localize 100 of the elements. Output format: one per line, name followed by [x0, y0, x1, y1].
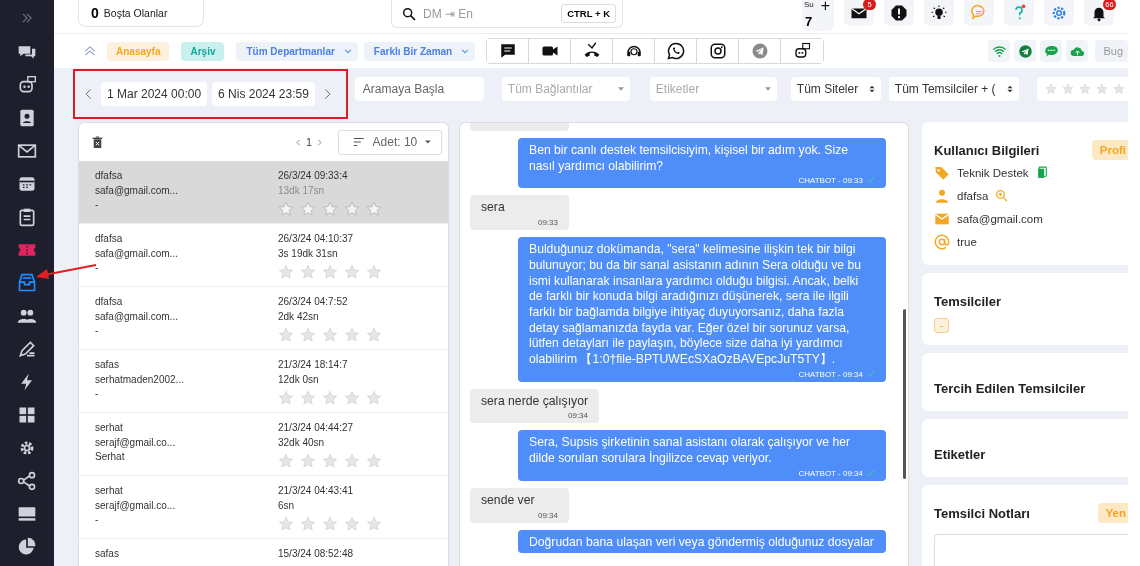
annotation-arrow: [34, 263, 98, 281]
contact-note: -: [95, 513, 100, 527]
star-icon: [300, 390, 316, 406]
star-icon: [366, 264, 382, 280]
star-icon: [300, 201, 316, 217]
star-icon: [300, 327, 316, 343]
card-title: Etiketler: [934, 446, 986, 462]
card-title: Tercih Edilen Temsilciler: [934, 380, 1086, 396]
conversation-date: 26/3/24 09:33:4: [278, 169, 349, 183]
card-title: Temsilciler: [934, 293, 1001, 309]
conversation-row[interactable]: safas serhatmaden2002... - 21/3/24 18:14:7 12dk 0sn: [79, 350, 448, 413]
expand-icon[interactable]: [20, 11, 34, 25]
search-bar[interactable]: DM ⇥ En CTRL + K: [391, 0, 623, 28]
search-field[interactable]: Aramaya Başla: [354, 77, 484, 101]
message-time: CHATBOT - 09:34: [798, 468, 863, 478]
star-icon: [300, 264, 316, 280]
status-button[interactable]: [988, 40, 1011, 62]
contact-note: -: [95, 387, 100, 401]
date-field[interactable]: 6 Nis 2024 23:59: [212, 82, 315, 106]
star-icon: [1044, 83, 1057, 95]
grid-icon[interactable]: [17, 405, 37, 425]
copy-icon[interactable]: [1035, 166, 1049, 179]
calendar-icon[interactable]: [17, 174, 37, 194]
scrollbar[interactable]: [903, 309, 906, 479]
contact-email: safa@gmail.com...: [95, 183, 179, 198]
envelope-icon[interactable]: [17, 141, 37, 161]
conversation-row[interactable]: dfafsa safa@gmail.com... - 26/3/24 09:33:4 13dk 17sn: [79, 161, 448, 224]
conversation-date: 26/3/24 04:7:52: [278, 295, 349, 309]
conversation-row[interactable]: serhat serajf@gmail.co... Serhat 21/3/24 04:44:27 32dk 40sn: [79, 413, 448, 476]
card-icon[interactable]: [17, 504, 37, 524]
sort-lines-icon: [351, 136, 367, 148]
star-icon: [366, 201, 382, 217]
conversation-duration: 2dk 42sn: [278, 309, 320, 324]
message-text: sera nerde çalışıyor: [481, 393, 589, 410]
message-time: 09:34: [568, 411, 589, 421]
toolbar-button[interactable]: [924, 0, 954, 26]
contact-name: serhat: [95, 421, 124, 435]
clipboard-icon[interactable]: [17, 207, 37, 227]
paper-plane-icon: [1017, 43, 1033, 59]
notes-field[interactable]: [934, 534, 1128, 566]
pen-icon[interactable]: [17, 339, 37, 359]
agent-chip: -: [934, 318, 950, 333]
info-value: safa@gmail.com: [957, 212, 1043, 225]
contact-email: serajf@gmail.co...: [95, 435, 177, 450]
star-icon: [344, 201, 360, 217]
share-icon[interactable]: [17, 471, 37, 491]
star-icon: [300, 516, 316, 532]
contact-card-icon[interactable]: [17, 108, 37, 128]
person-icon: [934, 187, 950, 204]
settings-icon: [1050, 4, 1068, 22]
message-time: 09:33: [537, 218, 558, 228]
pie-chart-icon[interactable]: [17, 537, 37, 557]
message-time: CHATBOT - 09:33: [798, 176, 863, 186]
star-icon: [344, 264, 360, 280]
select-field[interactable]: Tüm Siteler: [790, 77, 881, 101]
shortcut-key: CTRL + K: [561, 4, 616, 23]
star-icon: [366, 516, 382, 532]
conversation-duration: 13dk 17sn: [278, 183, 326, 198]
at-sign-icon: [934, 233, 950, 250]
star-icon: [1112, 83, 1125, 95]
select-field[interactable]: Tüm Temsilciler + (: [888, 77, 1019, 101]
lightbulb-icon: [930, 4, 948, 22]
idle-label: Boşta Olanlar: [103, 7, 168, 19]
info-value: Teknik Destek: [957, 166, 1029, 179]
info-value: dfafsa: [957, 189, 989, 202]
status-button[interactable]: [1040, 40, 1063, 62]
page-size-dropdown[interactable]: Adet: 10: [338, 129, 442, 155]
contact-note: -: [95, 261, 100, 275]
star-icon: [322, 264, 338, 280]
phone-icon: [582, 42, 601, 60]
status-button[interactable]: [1066, 40, 1089, 62]
star-icon: [278, 453, 294, 469]
star-icon: [366, 327, 382, 343]
shift-count: 7: [805, 14, 813, 29]
idle-count: 0: [91, 5, 99, 21]
trash-icon[interactable]: [91, 134, 104, 150]
tag-icon: [934, 164, 950, 181]
star-icon: [322, 516, 338, 532]
message-text: sende ver: [481, 492, 536, 509]
star-icon: [278, 327, 294, 343]
contact-name: dfafsa: [95, 232, 124, 246]
conversation-row[interactable]: serhat serajf@gmail.co... - 21/3/24 04:43:41 6sn: [79, 476, 448, 539]
star-icon: [1061, 83, 1074, 95]
card-title: Kullanıcı Bilgileri: [934, 142, 1040, 158]
wifi-icon: [991, 43, 1007, 59]
inbox-tray-icon[interactable]: [17, 273, 37, 293]
conversation-row[interactable]: dfafsa safa@gmail.com... - 26/3/24 04:7:52 2dk 42sn: [79, 287, 448, 350]
date-field[interactable]: 1 Mar 2024 00:00: [101, 82, 208, 106]
conversation-date: 21/3/24 04:43:41: [278, 484, 355, 498]
message-text: Sera, Supsis şirketinin sanal asistanı olarak çalışıyor ve her dilde sorulan sorulara İngilizce cevap veriyor.: [529, 435, 852, 467]
status-button[interactable]: [1014, 40, 1037, 62]
toolbar-button[interactable]: [884, 0, 914, 26]
shift-counter[interactable]: Su + 7: [802, 0, 834, 31]
conversation-row[interactable]: safas 15/3/24 08:52:48: [79, 539, 448, 566]
robot-icon[interactable]: [17, 75, 37, 95]
conversation-row[interactable]: dfafsa safa@gmail.com... - 26/3/24 04:10:37 3s 19dk 31sn: [79, 224, 448, 287]
page-number[interactable]: 1: [305, 136, 312, 148]
star-icon: [366, 453, 382, 469]
message-text: sera: [481, 200, 506, 217]
contact-email: serajf@gmail.co...: [95, 498, 177, 513]
